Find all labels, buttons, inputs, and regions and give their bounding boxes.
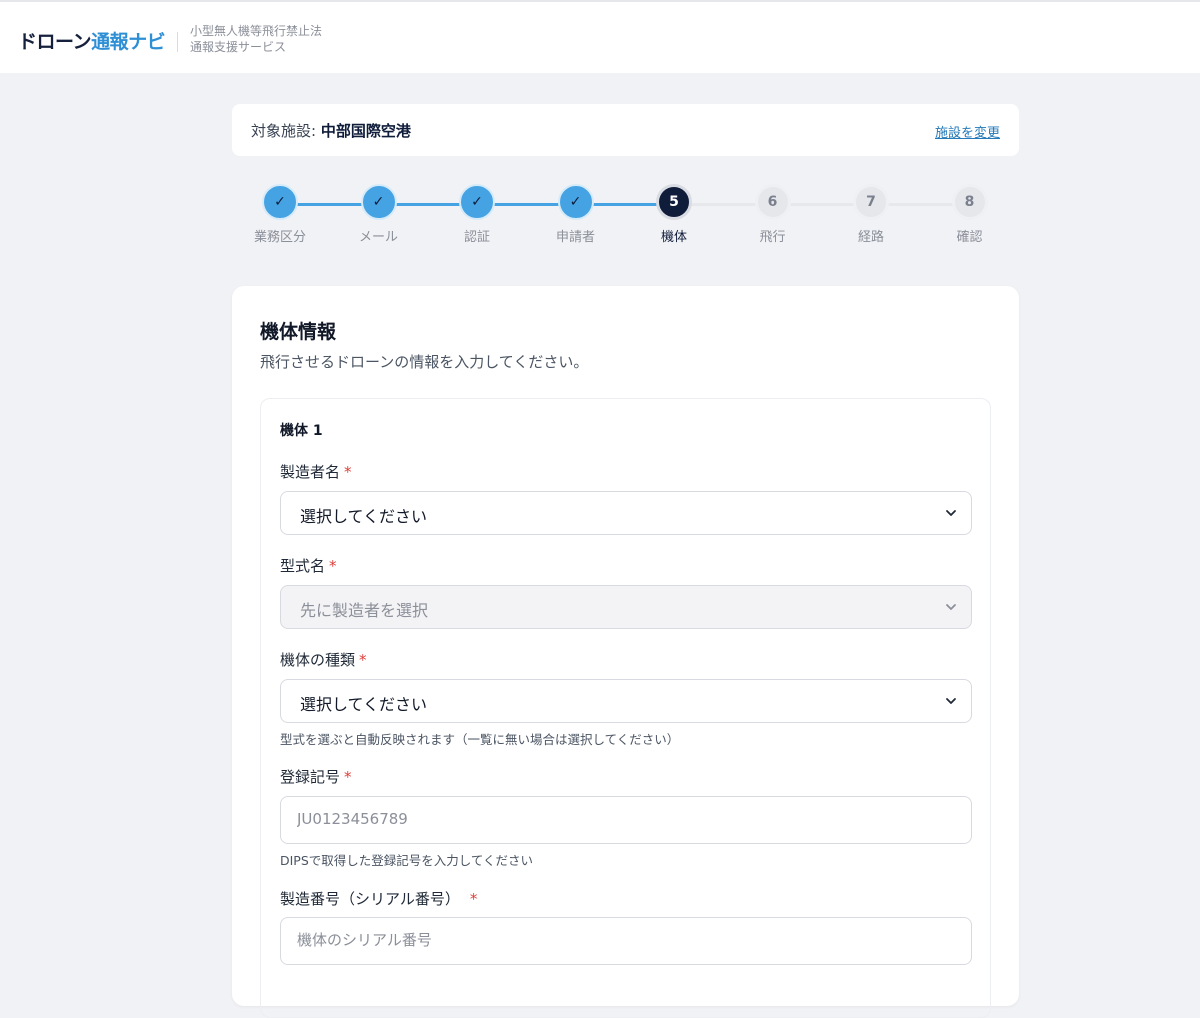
- model-label-text: 型式名: [280, 557, 326, 575]
- step-number: 8: [951, 184, 988, 220]
- aircraft-type-select-value: 選択してください: [300, 695, 428, 714]
- facility-label: 対象施設: 中部国際空港: [251, 120, 411, 141]
- aircraft-type-help: 型式を選ぶと自動反映されます（一覧に無い場合は選択してください）: [280, 732, 680, 747]
- tagline-line-1: 小型無人機等飛行禁止法: [190, 24, 323, 38]
- serial-label-text: 製造番号（シリアル番号）: [280, 890, 460, 908]
- step-label: 認証: [463, 230, 490, 245]
- registration-label: 登録記号 *: [280, 766, 352, 787]
- step-check-icon: ✓: [557, 184, 594, 220]
- serial-field[interactable]: [280, 917, 972, 965]
- serial-input[interactable]: [295, 930, 959, 950]
- serial-label: 製造番号（シリアル番号） *: [280, 888, 477, 909]
- aircraft-1-section: 機体 1 製造者名 * 選択してください 型式名 * 先に製造者を選択 機体の種類 *…: [260, 398, 991, 1018]
- step-8: 8 確認: [925, 184, 1015, 245]
- step-7: 7 経路: [826, 184, 916, 245]
- facility-prefix: 対象施設:: [251, 122, 321, 140]
- page-subtitle: 飛行させるドローンの情報を入力してください。: [260, 353, 589, 371]
- aircraft-info-card: 機体情報 飛行させるドローンの情報を入力してください。 機体 1 製造者名 * 選…: [232, 286, 1019, 1018]
- step-label: 機体: [660, 230, 687, 245]
- chevron-down-icon: [946, 604, 956, 610]
- change-facility-link[interactable]: 施設を変更: [935, 122, 1000, 141]
- aircraft-section-title: 機体 1: [280, 423, 323, 439]
- aircraft-type-label: 機体の種類 *: [280, 649, 367, 670]
- step-label: 申請者: [555, 230, 595, 245]
- required-mark: *: [344, 768, 352, 786]
- manufacturer-label: 製造者名 *: [280, 461, 352, 482]
- required-mark: *: [344, 463, 352, 481]
- facility-name: 中部国際空港: [320, 122, 411, 140]
- chevron-down-icon: [946, 510, 956, 516]
- required-mark: *: [329, 557, 337, 575]
- manufacturer-select[interactable]: 選択してください: [280, 491, 972, 535]
- aircraft-type-select[interactable]: 選択してください: [280, 679, 972, 723]
- manufacturer-select-value: 選択してください: [300, 507, 428, 526]
- required-mark: *: [469, 890, 478, 908]
- registration-help: DIPSで取得した登録記号を入力してください: [280, 853, 534, 868]
- model-select-value: 先に製造者を選択: [300, 601, 429, 620]
- app-logo[interactable]: ドローン通報ナビ: [18, 27, 166, 54]
- registration-label-text: 登録記号: [280, 768, 341, 786]
- step-6: 6 飛行: [728, 184, 818, 245]
- step-number: 5: [656, 184, 692, 220]
- app-header: ドローン通報ナビ 小型無人機等飛行禁止法 通報支援サービス: [0, 0, 1200, 73]
- step-check-icon: ✓: [360, 184, 397, 220]
- registration-field[interactable]: [280, 796, 972, 844]
- model-select[interactable]: 先に製造者を選択: [280, 585, 972, 629]
- chevron-down-icon: [946, 698, 956, 704]
- registration-input[interactable]: [295, 809, 959, 829]
- step-2[interactable]: ✓ メール: [334, 184, 424, 245]
- step-3[interactable]: ✓ 認証: [432, 184, 522, 245]
- target-facility-bar: 対象施設: 中部国際空港 施設を変更: [232, 104, 1019, 156]
- page-title: 機体情報: [260, 321, 337, 343]
- aircraft-type-label-text: 機体の種類: [280, 651, 356, 669]
- step-number: 7: [853, 184, 889, 220]
- step-number: 6: [754, 184, 791, 220]
- step-5: 5 機体: [629, 184, 719, 245]
- step-label: メール: [358, 230, 398, 245]
- app-tagline: 小型無人機等飛行禁止法 通報支援サービス: [190, 23, 322, 55]
- required-mark: *: [359, 651, 367, 669]
- manufacturer-label-text: 製造者名: [280, 463, 341, 481]
- model-label: 型式名 *: [280, 555, 337, 576]
- logo-text-accent: 通報ナビ: [91, 31, 166, 53]
- step-label: 確認: [956, 230, 983, 245]
- tagline-line-2: 通報支援サービス: [190, 40, 287, 54]
- logo-text-primary: ドローン: [18, 31, 92, 53]
- header-divider: [177, 32, 178, 52]
- step-check-icon: ✓: [459, 184, 495, 220]
- progress-stepper: ✓ 業務区分 ✓ メール ✓ 認証 ✓ 申請者 5 機体 6 飛行 7 経路 8 確認: [232, 180, 1019, 250]
- step-label: 飛行: [759, 230, 786, 245]
- step-check-icon: ✓: [262, 184, 298, 220]
- step-1[interactable]: ✓ 業務区分: [235, 184, 325, 245]
- step-label: 業務区分: [253, 230, 306, 245]
- step-label: 経路: [857, 230, 884, 245]
- step-4[interactable]: ✓ 申請者: [531, 184, 621, 245]
